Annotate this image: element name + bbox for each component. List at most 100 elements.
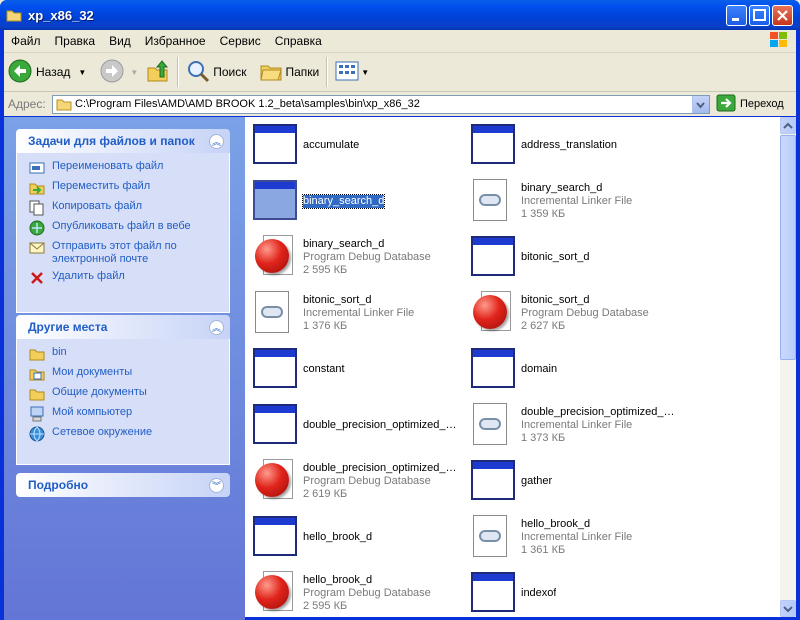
back-button[interactable]: Назад ▼ <box>4 57 90 87</box>
file-name: domain <box>521 362 558 375</box>
toolbar-separator <box>177 57 180 87</box>
task-move-label: Переместить файл <box>52 180 151 192</box>
scroll-down-button[interactable] <box>780 600 796 617</box>
network-icon <box>29 425 45 442</box>
file-meta: address_translation <box>521 121 617 169</box>
place-network[interactable]: Сетевое окружение <box>29 425 219 445</box>
file-meta: hello_brook_d <box>303 513 372 561</box>
exe-icon <box>467 457 515 505</box>
task-delete[interactable]: Удалить файл <box>29 269 219 289</box>
expand-chevron-icon[interactable]: ︾ <box>209 477 224 493</box>
file-item[interactable]: bitonic_sort_d Program Debug Database 2 62… <box>467 289 685 341</box>
file-meta: hello_brook_d Incremental Linker File 1 36… <box>521 513 632 561</box>
menu-favorites[interactable]: Избранное <box>138 34 213 48</box>
maximize-button[interactable] <box>749 5 770 26</box>
shared-folder-icon <box>29 385 45 402</box>
task-email[interactable]: Отправить этот файл по электронной почте <box>29 239 219 269</box>
task-rename[interactable]: Переименовать файл <box>29 159 219 179</box>
file-meta: hello_brook_d Program Debug Database 2 595… <box>303 569 431 617</box>
task-copy[interactable]: Копировать файл <box>29 199 219 219</box>
file-item[interactable]: indexof <box>467 569 685 617</box>
file-type: Program Debug Database <box>303 250 431 263</box>
address-path: C:\Program Files\AMD\AMD BROOK 1.2_beta\… <box>75 98 420 110</box>
search-button[interactable]: Поиск <box>182 57 250 87</box>
file-item[interactable]: binary_search_d Program Debug Database 2 5… <box>249 233 467 285</box>
place-bin[interactable]: bin <box>29 345 219 365</box>
task-publish-label: Опубликовать файл в вебе <box>52 220 191 232</box>
views-dropdown-icon[interactable]: ▼ <box>361 68 369 77</box>
file-item[interactable]: double_precision_optimized_m... <box>249 401 467 453</box>
menu-view[interactable]: Вид <box>102 34 138 48</box>
scroll-thumb[interactable] <box>780 135 796 360</box>
go-button[interactable]: Переход <box>716 94 784 115</box>
menu-edit[interactable]: Правка <box>48 34 103 48</box>
details-panel: Подробно ︾ <box>16 473 230 497</box>
file-item[interactable]: hello_brook_d <box>249 513 467 565</box>
exe-icon <box>249 121 297 169</box>
file-tasks-title: Задачи для файлов и папок <box>28 134 195 148</box>
collapse-chevron-icon[interactable]: ︽ <box>209 133 224 149</box>
task-publish[interactable]: Опубликовать файл в вебе <box>29 219 219 239</box>
file-item[interactable]: bitonic_sort_d <box>467 233 685 285</box>
title-bar[interactable]: xp_x86_32 <box>0 0 800 30</box>
file-item[interactable]: address_translation <box>467 121 685 173</box>
file-item[interactable]: gather <box>467 457 685 509</box>
address-dropdown-button[interactable] <box>692 95 709 113</box>
details-header[interactable]: Подробно ︾ <box>16 473 230 497</box>
file-type: Incremental Linker File <box>521 194 633 207</box>
collapse-chevron-icon[interactable]: ︽ <box>209 319 224 335</box>
file-size: 2 619 КБ <box>303 487 348 500</box>
file-item[interactable]: binary_search_d <box>249 177 467 229</box>
pdb-icon <box>467 289 515 337</box>
file-meta: double_precision_optimized_m... <box>303 401 463 449</box>
place-shared-documents[interactable]: Общие документы <box>29 385 219 405</box>
file-tasks-header[interactable]: Задачи для файлов и папок ︽ <box>16 129 230 153</box>
file-item[interactable]: accumulate <box>249 121 467 173</box>
close-button[interactable] <box>772 5 793 26</box>
file-size: 1 376 КБ <box>303 319 348 332</box>
menu-help[interactable]: Справка <box>268 34 329 48</box>
file-name: hello_brook_d <box>303 530 373 543</box>
file-item[interactable]: domain <box>467 345 685 397</box>
file-item[interactable]: bitonic_sort_d Incremental Linker File 1 3… <box>249 289 467 341</box>
scroll-up-button[interactable] <box>780 117 796 134</box>
file-item[interactable]: hello_brook_d Incremental Linker File 1 36… <box>467 513 685 565</box>
other-places-header[interactable]: Другие места ︽ <box>16 315 230 339</box>
pdb-icon <box>249 233 297 281</box>
search-icon <box>186 59 210 86</box>
delete-icon <box>29 269 45 286</box>
views-button[interactable]: ▼ <box>331 57 373 87</box>
exe-icon <box>467 233 515 281</box>
place-my-documents[interactable]: Мои документы <box>29 365 219 385</box>
forward-button[interactable]: ▼ <box>96 57 142 87</box>
address-input[interactable]: C:\Program Files\AMD\AMD BROOK 1.2_beta\… <box>52 94 710 114</box>
folders-button[interactable]: Папки <box>255 57 324 87</box>
go-arrow-icon <box>716 94 736 115</box>
menu-file[interactable]: Файл <box>4 34 48 48</box>
pdb-icon <box>249 569 297 617</box>
file-item[interactable]: binary_search_d Incremental Linker File 1 … <box>467 177 685 229</box>
task-move[interactable]: Переместить файл <box>29 179 219 199</box>
file-type: Program Debug Database <box>303 586 431 599</box>
minimize-button[interactable] <box>726 5 747 26</box>
vertical-scrollbar[interactable] <box>780 117 796 617</box>
email-icon <box>29 239 45 256</box>
task-copy-label: Копировать файл <box>52 200 143 212</box>
file-name: gather <box>521 474 553 487</box>
up-folder-button[interactable] <box>142 57 174 87</box>
forward-dropdown-icon[interactable]: ▼ <box>130 68 138 77</box>
file-type: Program Debug Database <box>521 306 649 319</box>
file-name: double_precision_optimized_m... <box>303 461 463 474</box>
menu-tools[interactable]: Сервис <box>213 34 268 48</box>
toolbar: Назад ▼ ▼ Поиск Папки ▼ <box>4 53 796 92</box>
ilk-icon <box>467 513 515 561</box>
file-name: binary_search_d <box>303 237 385 250</box>
file-item[interactable]: double_precision_optimized_m... Program D… <box>249 457 467 509</box>
file-type: Incremental Linker File <box>303 306 415 319</box>
file-item[interactable]: double_precision_optimized_m... Increment… <box>467 401 685 453</box>
back-dropdown-icon[interactable]: ▼ <box>78 68 86 77</box>
place-my-computer[interactable]: Мой компьютер <box>29 405 219 425</box>
file-item[interactable]: hello_brook_d Program Debug Database 2 595… <box>249 569 467 617</box>
file-item[interactable]: constant <box>249 345 467 397</box>
file-name: indexof <box>521 586 557 599</box>
